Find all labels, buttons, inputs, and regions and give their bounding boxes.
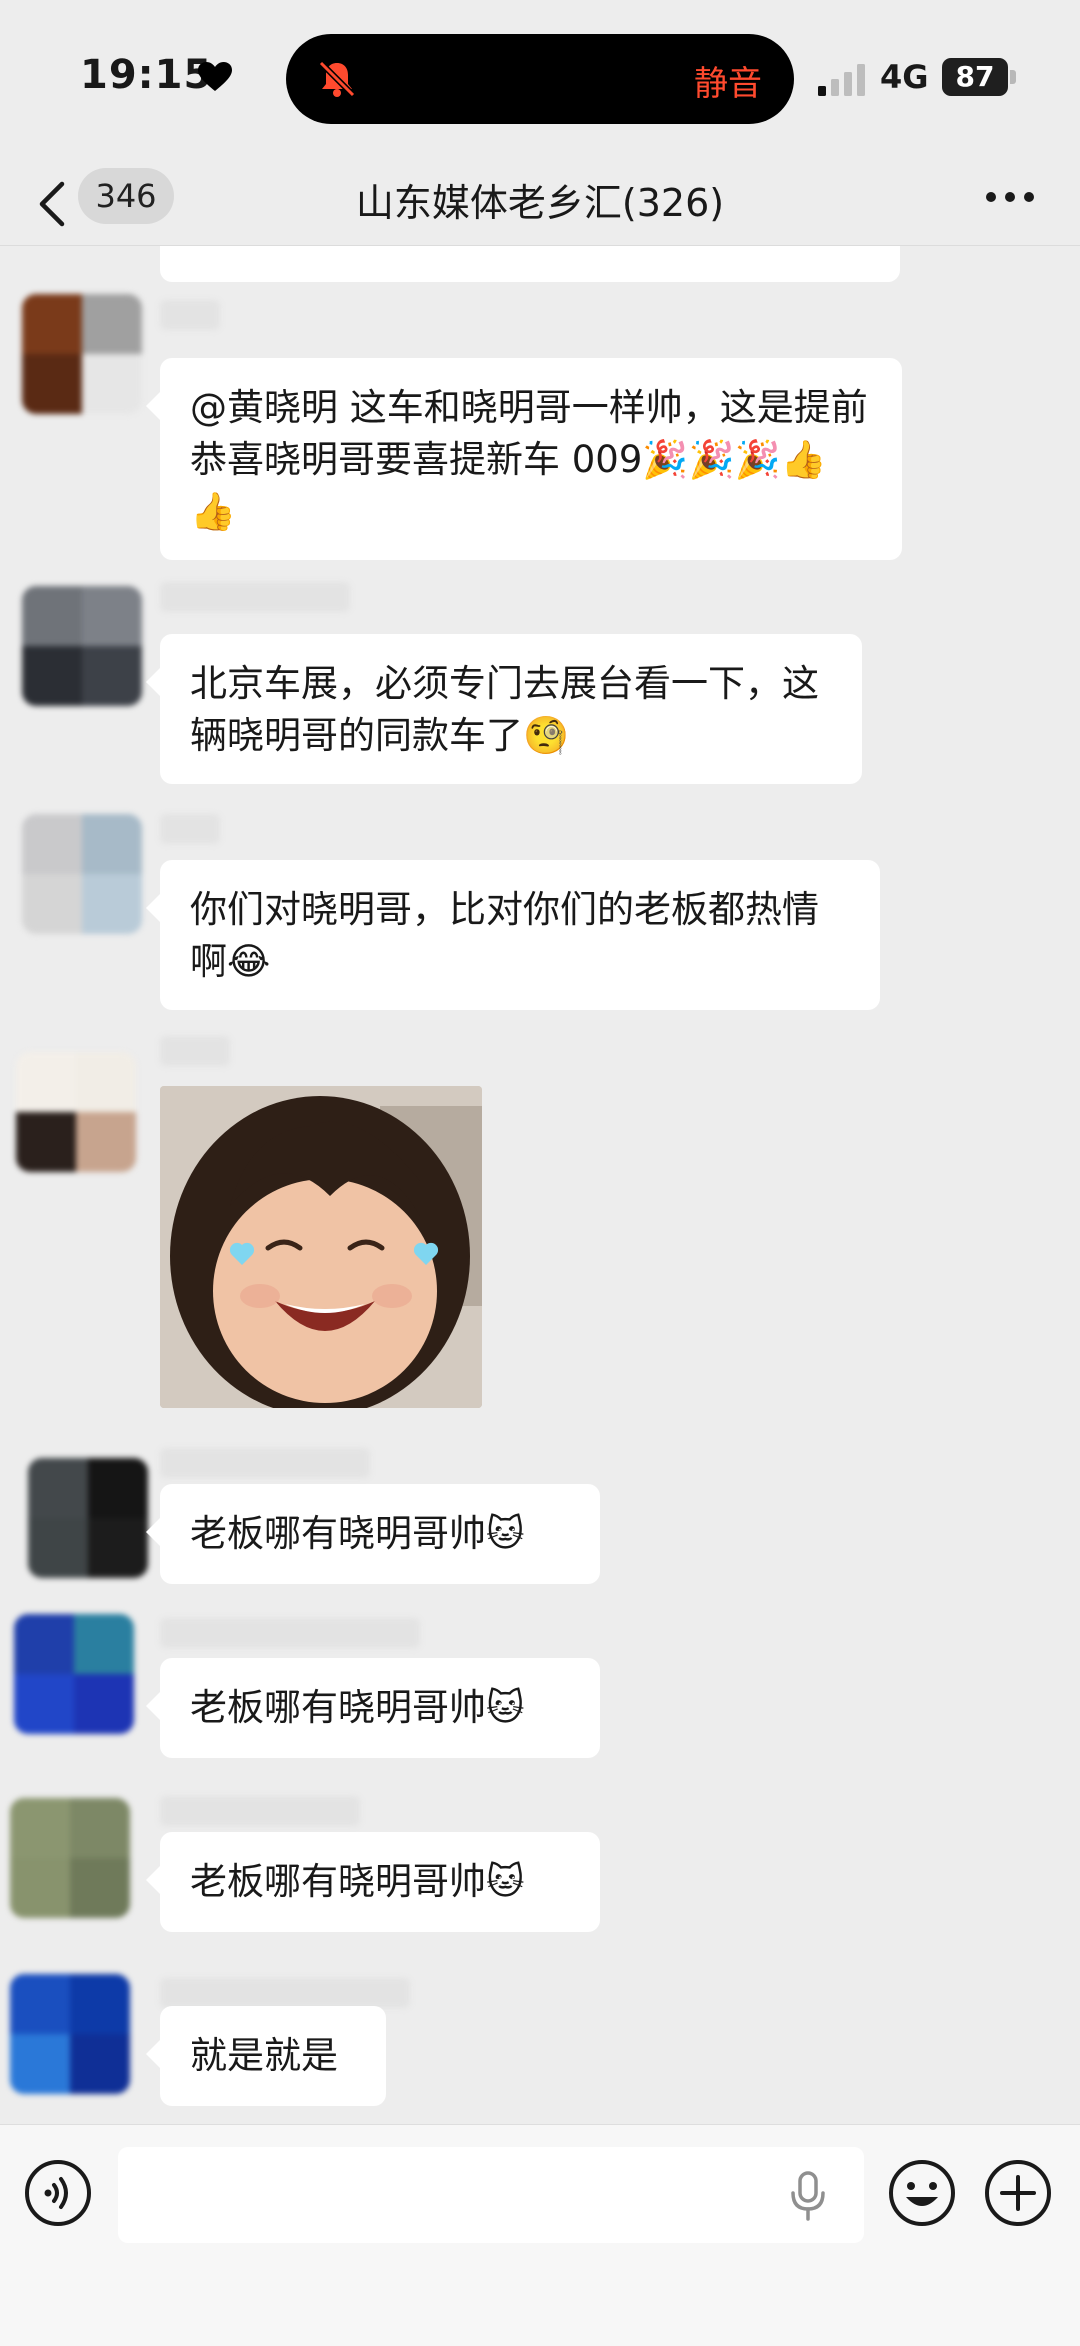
avatar[interactable] bbox=[10, 1974, 130, 2094]
message-bubble[interactable]: 你们对晓明哥，比对你们的老板都热情啊😂 bbox=[146, 860, 880, 1010]
plus-icon[interactable] bbox=[984, 2159, 1052, 2227]
sender-name-redacted bbox=[160, 582, 350, 612]
message-text: @黄晓明 这车和晓明哥一样帅，这是提前恭喜晓明哥要喜提新车 009🎉🎉🎉👍👍 bbox=[190, 386, 868, 533]
sticker-image bbox=[160, 1086, 482, 1408]
message-bubble[interactable]: 老板哪有晓明哥帅🐱 bbox=[146, 1484, 600, 1584]
emoji-icon[interactable] bbox=[888, 2159, 956, 2227]
message-text: 老板哪有晓明哥帅🐱 bbox=[190, 1512, 525, 1555]
mute-label: 静音 bbox=[694, 64, 762, 104]
chat-title: 山东媒体老乡汇(326) bbox=[355, 181, 725, 225]
avatar[interactable] bbox=[22, 814, 142, 934]
avatar[interactable] bbox=[14, 1614, 134, 1734]
status-time: 19:15 bbox=[80, 52, 213, 98]
dynamic-island: 静音 bbox=[286, 34, 794, 124]
avatar[interactable] bbox=[28, 1458, 148, 1578]
message-text: 老板哪有晓明哥帅🐱 bbox=[190, 1860, 525, 1903]
smiling-girl-sticker[interactable] bbox=[160, 1086, 482, 1408]
heart-icon bbox=[198, 62, 232, 91]
voice-toggle-icon[interactable] bbox=[24, 2159, 92, 2227]
status-bar: 19:15 静音 4G 87 bbox=[0, 0, 1080, 160]
battery-icon: 87 bbox=[942, 58, 1020, 96]
message-text: 你们对晓明哥，比对你们的老板都热情啊😂 bbox=[190, 888, 819, 983]
message-text: 就是就是 bbox=[190, 2034, 338, 2077]
avatar[interactable] bbox=[10, 1798, 130, 1918]
avatar[interactable] bbox=[22, 294, 142, 414]
battery-level: 87 bbox=[942, 58, 1008, 96]
more-icon[interactable] bbox=[984, 190, 1036, 204]
sender-name-redacted bbox=[160, 814, 220, 844]
signal-icon bbox=[818, 64, 865, 96]
message-bubble[interactable]: @黄晓明 这车和晓明哥一样帅，这是提前恭喜晓明哥要喜提新车 009🎉🎉🎉👍👍 bbox=[146, 358, 902, 560]
message-text: 北京车展，必须专门去展台看一下，这辆晓明哥的同款车了🧐 bbox=[190, 662, 819, 757]
sender-name-redacted bbox=[160, 300, 220, 330]
chat-input-bar bbox=[0, 2124, 1080, 2346]
message-bubble[interactable]: 老板哪有晓明哥帅🐱 bbox=[146, 1832, 600, 1932]
message-bubble[interactable]: 北京车展，必须专门去展台看一下，这辆晓明哥的同款车了🧐 bbox=[146, 634, 862, 784]
message-text: 老板哪有晓明哥帅🐱 bbox=[190, 1686, 525, 1729]
network-label: 4G bbox=[880, 58, 929, 96]
message-input[interactable] bbox=[118, 2147, 864, 2243]
message-bubble[interactable]: 就是就是 bbox=[146, 2006, 386, 2106]
battery-cap bbox=[1010, 70, 1016, 84]
sender-name-redacted bbox=[160, 1618, 420, 1648]
sender-name-redacted bbox=[160, 1796, 360, 1826]
chat-header: 346 山东媒体老乡汇(326) bbox=[0, 160, 1080, 246]
avatar[interactable] bbox=[22, 586, 142, 706]
bell-muted-icon bbox=[318, 60, 356, 98]
message-bubble[interactable]: 老板哪有晓明哥帅🐱 bbox=[146, 1658, 600, 1758]
sender-name-redacted bbox=[160, 1978, 410, 2008]
sender-name-redacted bbox=[160, 1036, 230, 1066]
avatar[interactable] bbox=[16, 1052, 136, 1172]
sender-name-redacted bbox=[160, 1448, 370, 1478]
mic-icon[interactable] bbox=[790, 2171, 826, 2221]
